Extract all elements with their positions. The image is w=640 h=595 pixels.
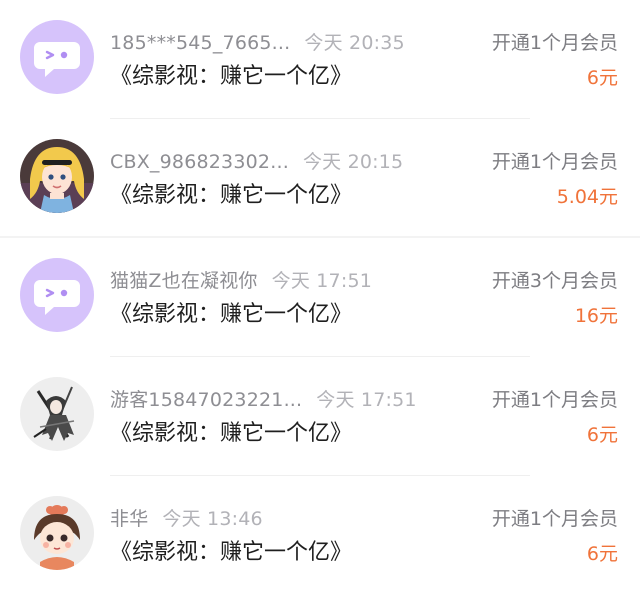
membership-transaction-list: 185***545_7665... 今天 20:35 《综影视：赚它一个亿》 开通… — [0, 0, 640, 591]
default-chat-bubble-avatar-icon[interactable] — [20, 20, 94, 94]
work-title: 《综影视：赚它一个亿》 — [110, 540, 353, 565]
work-title: 《综影视：赚它一个亿》 — [110, 421, 353, 446]
amount: 6元 — [586, 67, 618, 89]
username: 185***545_7665... 今天 20:35 — [110, 32, 405, 54]
amount: 16元 — [574, 305, 618, 327]
timestamp: 今天 20:35 — [304, 32, 405, 54]
username: 猫猫Z也在凝视你 今天 17:51 — [110, 270, 373, 292]
membership-action: 开通1个月会员 — [491, 151, 618, 173]
membership-action: 开通3个月会员 — [491, 270, 618, 292]
timestamp: 今天 20:15 — [302, 151, 404, 173]
username: CBX_986823302... 今天 20:15 — [110, 151, 404, 173]
amount: 6元 — [586, 424, 618, 446]
membership-action: 开通1个月会员 — [491, 389, 618, 411]
cartoon-blonde-girl-avatar-icon[interactable] — [20, 139, 94, 213]
default-chat-bubble-avatar-icon[interactable] — [20, 258, 94, 332]
transaction-row[interactable]: CBX_986823302... 今天 20:15 《综影视：赚它一个亿》 开通1… — [0, 119, 640, 238]
work-title: 《综影视：赚它一个亿》 — [110, 183, 353, 208]
work-title: 《综影视：赚它一个亿》 — [110, 302, 353, 327]
amount: 5.04元 — [556, 186, 618, 208]
timestamp: 今天 17:51 — [316, 389, 417, 411]
transaction-row[interactable]: 非华 今天 13:46 《综影视：赚它一个亿》 开通1个月会员 6元 — [0, 476, 640, 595]
cartoon-girl-bow-avatar-icon[interactable] — [20, 496, 94, 570]
transaction-row[interactable]: 游客15847023221... 今天 17:51 《综影视：赚它一个亿》 开通1… — [0, 357, 640, 476]
timestamp: 今天 13:46 — [162, 508, 263, 530]
username: 游客15847023221... 今天 17:51 — [110, 389, 417, 411]
timestamp: 今天 17:51 — [271, 270, 373, 292]
work-title: 《综影视：赚它一个亿》 — [110, 64, 353, 89]
transaction-row[interactable]: 猫猫Z也在凝视你 今天 17:51 《综影视：赚它一个亿》 开通3个月会员 16元 — [0, 238, 640, 357]
anime-character-sketch-avatar-icon[interactable] — [20, 377, 94, 451]
amount: 6元 — [586, 543, 618, 565]
membership-action: 开通1个月会员 — [491, 32, 618, 54]
membership-action: 开通1个月会员 — [491, 508, 618, 530]
username: 非华 今天 13:46 — [110, 508, 263, 530]
transaction-row[interactable]: 185***545_7665... 今天 20:35 《综影视：赚它一个亿》 开通… — [0, 0, 640, 119]
